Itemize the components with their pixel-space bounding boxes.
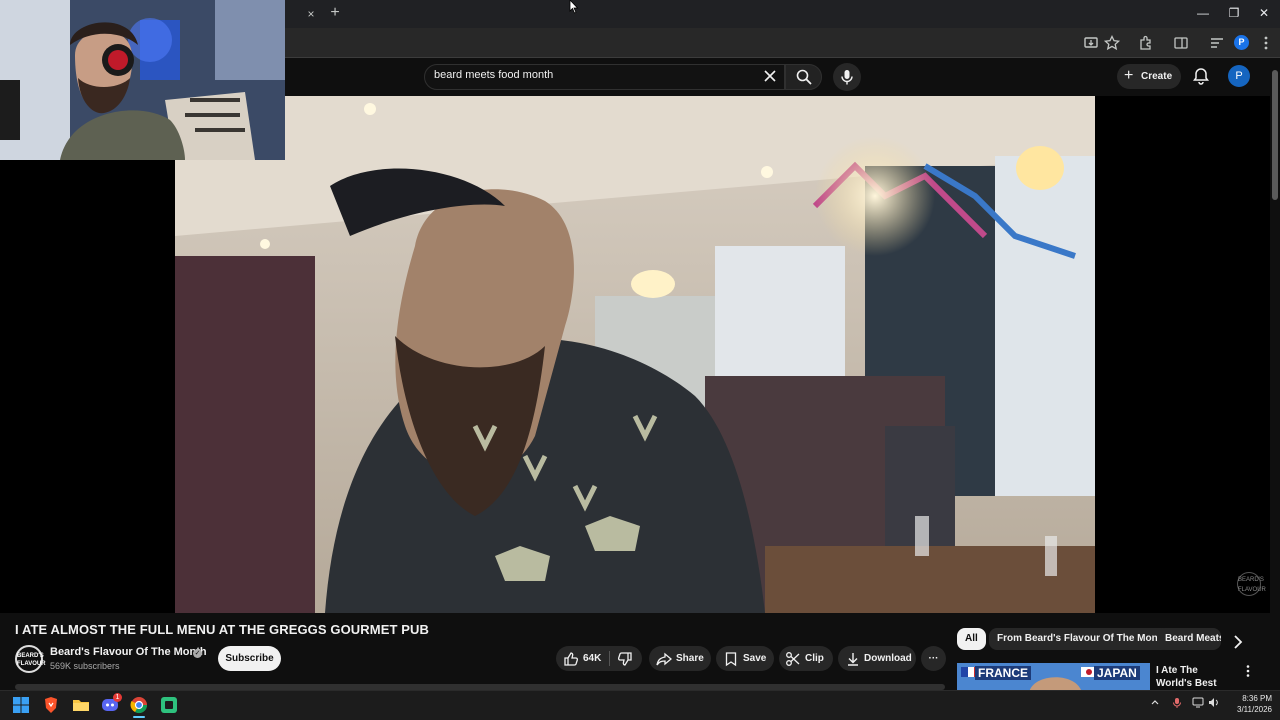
thumbnail-label-right: JAPAN [1094,666,1140,680]
share-button[interactable]: Share [649,646,711,671]
clear-icon[interactable] [761,67,779,85]
share-label: Share [676,653,704,664]
search-button[interactable] [785,64,822,90]
tray-mic-icon[interactable] [1172,697,1182,709]
share-icon [656,652,672,666]
install-app-icon[interactable] [1082,34,1100,52]
chip-beard-meats[interactable]: Beard Meats [1157,628,1221,650]
dislike-icon [617,652,632,666]
create-label: Create [1141,71,1173,82]
verified-icon: ✓ [193,649,202,658]
new-tab-icon[interactable]: + [326,4,344,22]
minimize-button[interactable]: — [1189,4,1217,22]
brave-browser-icon[interactable] [41,695,61,715]
download-icon [848,653,858,666]
subscribe-button[interactable]: Subscribe [218,646,281,671]
chrome-active-indicator [133,716,145,718]
chevron-right-icon[interactable] [1228,632,1248,652]
subscriber-count: 569K subscribers [50,661,120,671]
mouse-cursor-icon [569,0,579,14]
plus-icon: + [1124,67,1134,84]
reading-list-icon[interactable] [1208,34,1226,52]
chip-all[interactable]: All [957,628,986,650]
clip-label: Clip [805,653,824,664]
channel-watermark[interactable]: BEARD'S FLAVOUR [1237,572,1266,596]
download-button[interactable]: Download [838,646,916,671]
recommendation-thumbnail[interactable]: FRANCE JAPAN [957,663,1150,693]
windows-taskbar [0,690,1280,720]
chip-from-channel[interactable]: From Beard's Flavour Of The Month [989,628,1176,650]
tray-network-icon[interactable] [1192,697,1204,708]
video-scene-image [175,96,1095,613]
tray-volume-icon[interactable] [1208,697,1220,708]
restore-button[interactable]: ❐ [1220,4,1248,22]
dislike-button[interactable] [610,646,642,671]
close-window-button[interactable]: ✕ [1250,4,1278,22]
side-panel-icon[interactable] [1172,34,1190,52]
thumbnail-label-left: FRANCE [975,666,1031,680]
mic-icon [841,70,853,85]
more-vert-icon[interactable] [1242,664,1254,678]
video-title: I ATE ALMOST THE FULL MENU AT THE GREGGS… [15,622,429,637]
save-icon [725,652,737,667]
taskbar-clock[interactable]: 8:36 PM 3/11/2026 [1226,693,1272,715]
download-label: Download [864,653,912,664]
channel-name[interactable]: Beard's Flavour Of The Month [50,646,207,658]
bookmark-star-icon[interactable] [1103,34,1121,52]
bell-icon[interactable] [1191,66,1211,86]
app-icon[interactable] [159,695,179,715]
like-icon [564,652,579,666]
discord-badge: 1 [113,693,122,702]
channel-avatar[interactable]: BEARD'S FLAVOUR [15,645,46,673]
chrome-icon[interactable] [129,695,149,715]
search-icon [796,69,812,85]
save-label: Save [743,653,767,664]
clock-time: 8:36 PM [1242,694,1272,703]
like-count: 64K [583,653,602,664]
webcam-image [0,0,285,160]
windows-start-icon[interactable] [11,695,31,715]
account-avatar[interactable]: P [1228,65,1250,87]
video-frame[interactable] [175,96,1095,613]
webcam-overlay [0,0,285,160]
clip-icon [786,652,800,666]
more-actions-button[interactable]: ··· [921,646,946,671]
like-button[interactable]: 64K [556,646,609,671]
voice-search-button[interactable] [833,63,861,91]
file-explorer-icon[interactable] [71,695,91,715]
more-icon: ··· [928,653,939,664]
tray-chevron-up-icon[interactable] [1150,697,1160,707]
clock-date: 3/11/2026 [1237,705,1272,714]
browser-menu-icon[interactable] [1257,34,1275,52]
browser-profile-avatar[interactable]: P [1234,35,1249,50]
scroll-thumb[interactable] [1272,70,1278,200]
save-button[interactable]: Save [716,646,774,671]
extensions-icon[interactable] [1137,34,1155,52]
close-tab-icon[interactable]: × [303,6,319,22]
search-input-value[interactable]: beard meets food month [434,69,553,81]
clip-button[interactable]: Clip [779,646,833,671]
